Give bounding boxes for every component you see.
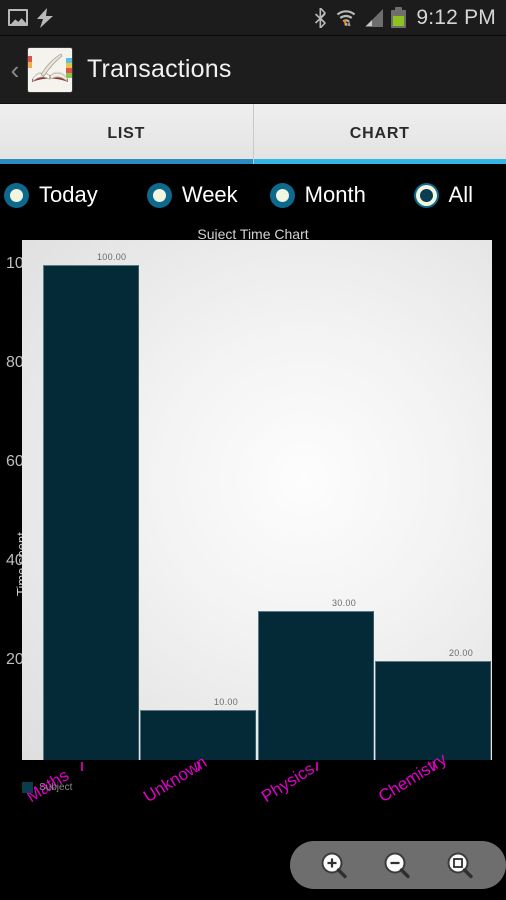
chart-bar-value-label: 10.00 <box>214 697 239 707</box>
tab-bar: LIST CHART <box>0 104 506 164</box>
page-title: Transactions <box>87 55 232 83</box>
bolt-icon <box>37 7 53 28</box>
radio-all-label: All <box>448 182 473 207</box>
radio-today-label: Today <box>39 182 98 207</box>
bluetooth-icon <box>315 7 327 28</box>
status-bar: 9:12 PM <box>0 0 506 36</box>
radio-option-month[interactable]: Month <box>255 182 381 208</box>
status-bar-clock: 9:12 PM <box>416 5 496 29</box>
chart-container: Suject Time Chart Time spent 10080604020… <box>0 226 506 834</box>
radio-option-week[interactable]: Week <box>130 182 256 208</box>
status-bar-left-icons <box>8 7 53 28</box>
chart-bar[interactable] <box>375 661 491 760</box>
photo-icon <box>8 9 28 26</box>
chart-bar[interactable] <box>43 265 139 760</box>
radio-week-icon[interactable] <box>146 182 172 208</box>
legend-swatch-subject <box>22 782 33 793</box>
radio-week-label: Week <box>181 182 238 207</box>
chart-x-tick-label: Unknown <box>140 752 211 807</box>
radio-all-icon[interactable] <box>413 182 439 208</box>
wifi-icon <box>337 9 356 26</box>
chart-x-tick-label: Physics <box>257 758 318 807</box>
legend-label-subject: Subject <box>39 782 73 793</box>
zoom-out-button[interactable] <box>381 850 415 880</box>
tab-list-label: LIST <box>107 125 146 142</box>
tab-chart[interactable]: CHART <box>252 104 506 164</box>
radio-today-icon[interactable] <box>4 182 29 208</box>
radio-month-label: Month <box>304 182 366 207</box>
chart-bar-value-label: 30.00 <box>332 598 357 608</box>
chart-x-tick-mark <box>315 762 318 771</box>
battery-icon <box>391 7 407 28</box>
signal-icon <box>365 8 384 27</box>
radio-option-today[interactable]: Today <box>0 182 130 208</box>
chart-bar-value-label: 100.00 <box>97 252 127 262</box>
app-root: 9:12 PM ‹ Transactions LIST CHART Today … <box>0 0 506 900</box>
chart-bar[interactable] <box>258 611 374 760</box>
book-quill-icon[interactable] <box>28 47 72 92</box>
period-filter-group: Today Week Month All <box>0 164 506 226</box>
radio-month-icon[interactable] <box>269 182 295 208</box>
status-bar-right-icons: 9:12 PM <box>314 6 496 30</box>
zoom-reset-button[interactable] <box>444 850 478 880</box>
chart-plot-area[interactable]: 100.00 10.00 30.00 20.00 <box>22 240 492 760</box>
radio-option-all[interactable]: All <box>381 182 506 208</box>
chart-zoom-toolbar <box>290 841 506 889</box>
tab-list[interactable]: LIST <box>0 104 253 164</box>
zoom-in-button[interactable] <box>318 850 352 880</box>
action-bar: ‹ Transactions <box>0 36 506 104</box>
chart-bar-value-label: 20.00 <box>449 648 474 658</box>
back-button[interactable]: ‹ <box>4 57 26 83</box>
chart-legend: Subject <box>22 782 72 793</box>
chart-x-tick-mark <box>80 762 83 771</box>
tab-chart-label: CHART <box>349 125 410 142</box>
